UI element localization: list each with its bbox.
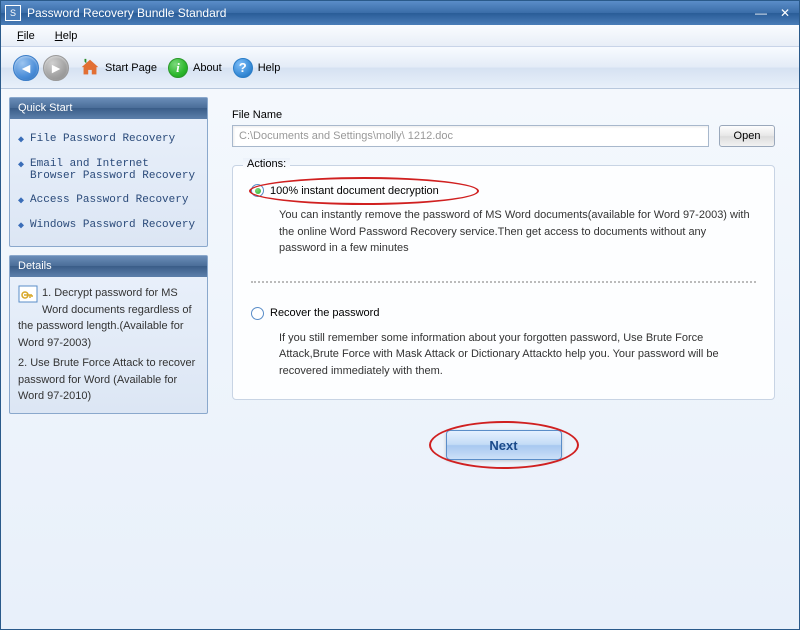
- start-page-label: Start Page: [105, 62, 157, 74]
- details-panel: Details 1. Decrypt password for MS Word …: [9, 255, 208, 414]
- arrow-left-icon: ◄: [19, 60, 33, 76]
- content-area: Quick Start ◆ File Password Recovery ◆ E…: [1, 89, 799, 629]
- sidebar-item-file-password[interactable]: ◆ File Password Recovery: [16, 127, 201, 152]
- back-button[interactable]: ◄: [13, 55, 39, 81]
- menu-help[interactable]: Help: [47, 28, 86, 44]
- help-icon: ?: [232, 57, 254, 79]
- details-text-1: 1. Decrypt password for MS Word document…: [18, 287, 192, 349]
- forward-button[interactable]: ►: [43, 55, 69, 81]
- file-name-label: File Name: [232, 109, 775, 121]
- sidebar-item-label: File Password Recovery: [30, 133, 175, 145]
- details-text-2: 2. Use Brute Force Attack to recover pas…: [18, 357, 195, 402]
- sidebar-item-access-password[interactable]: ◆ Access Password Recovery: [16, 188, 201, 213]
- radio-instant-decryption[interactable]: [251, 184, 264, 197]
- toolbar: ◄ ► Start Page i About ? Help: [1, 47, 799, 89]
- actions-fieldset: Actions: 100% instant document decryptio…: [232, 165, 775, 400]
- about-button[interactable]: i About: [167, 57, 222, 79]
- arrow-right-icon: ►: [49, 60, 63, 76]
- close-button[interactable]: ✕: [775, 5, 795, 21]
- about-label: About: [193, 62, 222, 74]
- quick-start-header: Quick Start: [10, 98, 207, 119]
- start-page-button[interactable]: Start Page: [79, 57, 157, 79]
- bullet-icon: ◆: [18, 220, 24, 232]
- sidebar-item-email-browser[interactable]: ◆ Email and Internet Browser Password Re…: [16, 152, 201, 188]
- bullet-icon: ◆: [18, 134, 24, 146]
- titlebar[interactable]: S Password Recovery Bundle Standard — ✕: [1, 1, 799, 25]
- radio-recover-label[interactable]: Recover the password: [270, 307, 379, 319]
- sidebar: Quick Start ◆ File Password Recovery ◆ E…: [1, 89, 216, 629]
- radio-recover-password[interactable]: [251, 307, 264, 320]
- menubar: File Help: [1, 25, 799, 47]
- help-button[interactable]: ? Help: [232, 57, 281, 79]
- window-title: Password Recovery Bundle Standard: [27, 6, 751, 20]
- bullet-icon: ◆: [18, 195, 24, 207]
- sidebar-item-label: Windows Password Recovery: [30, 219, 195, 231]
- main-panel: File Name Open Actions: 100% instant doc…: [216, 89, 799, 629]
- home-icon: [79, 57, 101, 79]
- menu-file[interactable]: File: [9, 28, 43, 44]
- key-icon: [18, 285, 38, 309]
- next-button[interactable]: Next: [446, 430, 562, 460]
- minimize-button[interactable]: —: [751, 5, 771, 21]
- divider: [251, 281, 756, 283]
- sidebar-item-label: Access Password Recovery: [30, 194, 188, 206]
- app-icon: S: [5, 5, 21, 21]
- actions-legend: Actions:: [243, 158, 290, 170]
- app-window: S Password Recovery Bundle Standard — ✕ …: [0, 0, 800, 630]
- bullet-icon: ◆: [18, 159, 24, 171]
- instant-description: You can instantly remove the password of…: [279, 207, 756, 257]
- sidebar-item-label: Email and Internet Browser Password Reco…: [30, 158, 199, 182]
- help-label: Help: [258, 62, 281, 74]
- details-header: Details: [10, 256, 207, 277]
- open-button[interactable]: Open: [719, 125, 775, 147]
- recover-description: If you still remember some information a…: [279, 330, 756, 380]
- sidebar-item-windows-password[interactable]: ◆ Windows Password Recovery: [16, 213, 201, 238]
- file-path-input[interactable]: [232, 125, 709, 147]
- radio-instant-label[interactable]: 100% instant document decryption: [270, 185, 439, 197]
- info-icon: i: [167, 57, 189, 79]
- quick-start-panel: Quick Start ◆ File Password Recovery ◆ E…: [9, 97, 208, 247]
